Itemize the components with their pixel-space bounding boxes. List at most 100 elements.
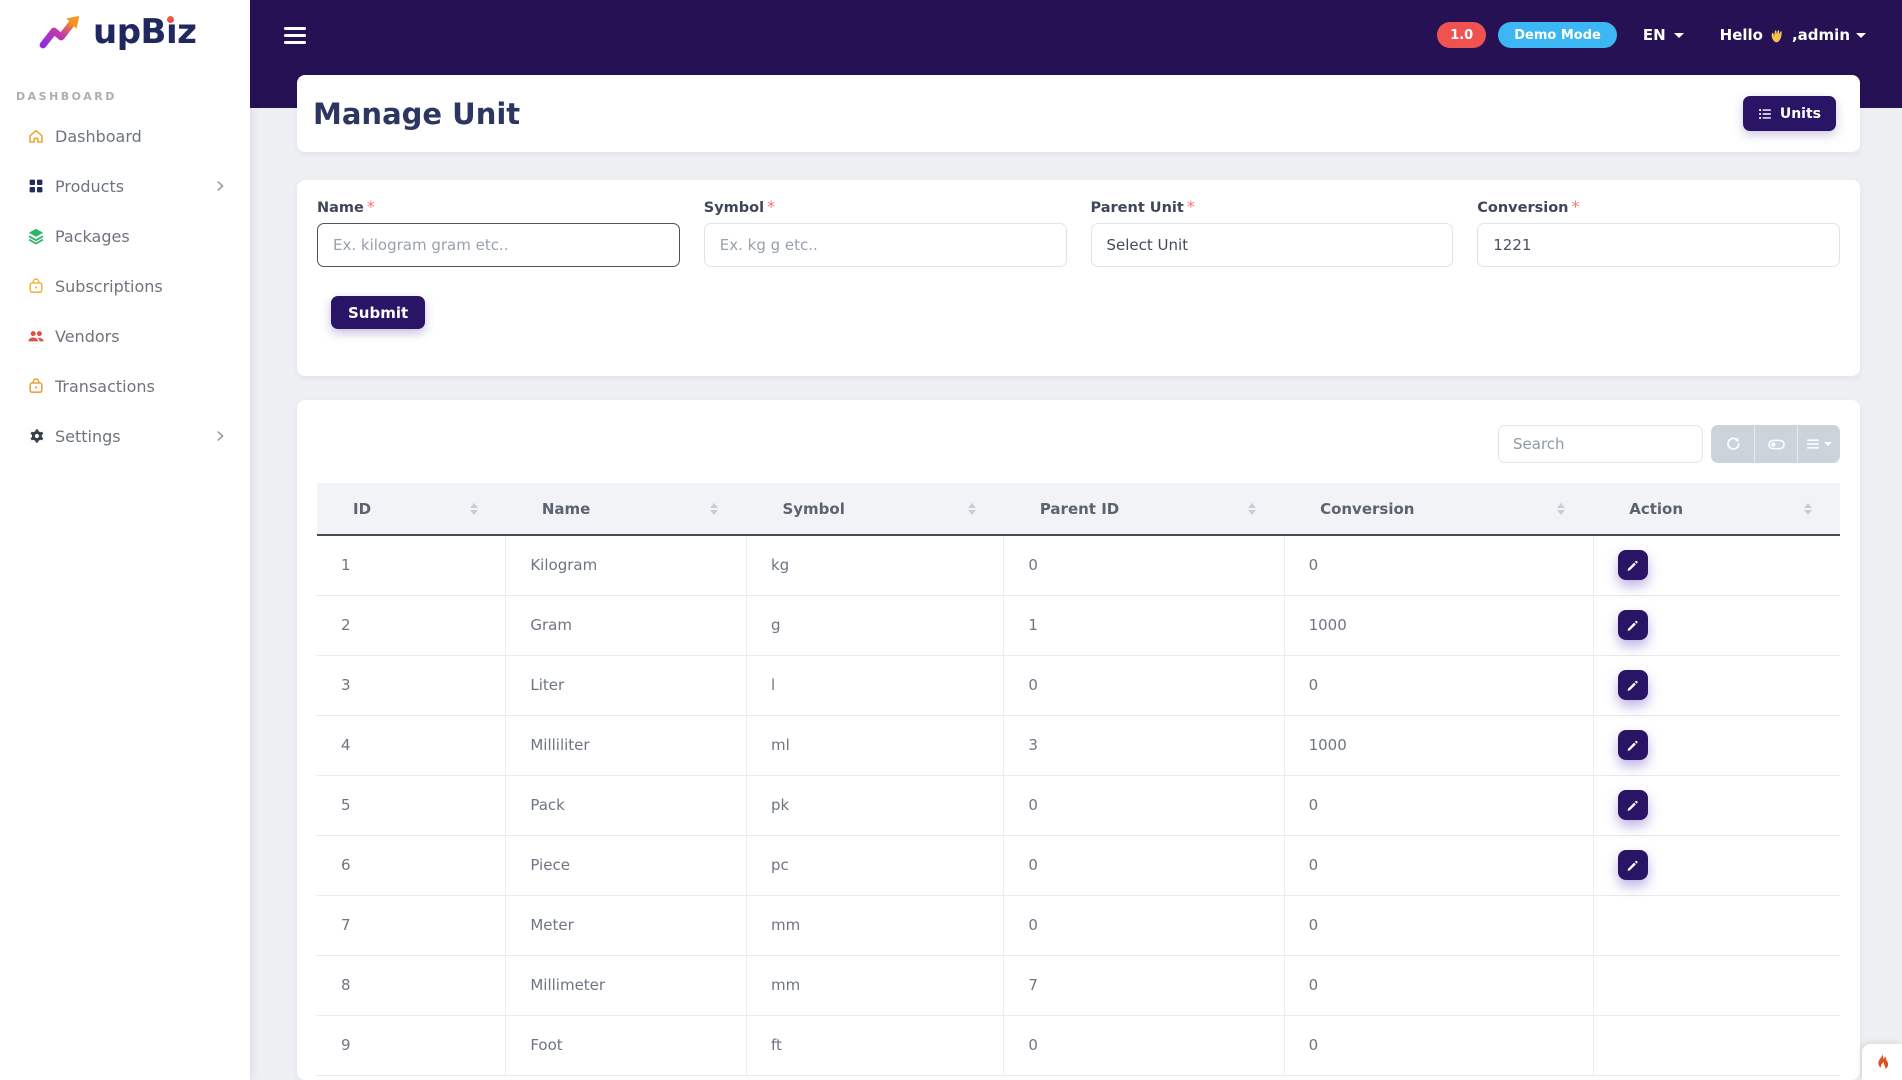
cell-id: 4 bbox=[317, 715, 506, 775]
page-title: Manage Unit bbox=[313, 97, 520, 131]
table-row: 4Milliliterml31000 bbox=[317, 715, 1840, 775]
required-asterisk: * bbox=[1187, 197, 1195, 216]
version-badge: 1.0 bbox=[1437, 22, 1486, 48]
cell-conversion: 0 bbox=[1284, 955, 1593, 1015]
cell-parent-id: 0 bbox=[1004, 895, 1284, 955]
field-symbol: Symbol* bbox=[704, 197, 1067, 267]
edit-button[interactable] bbox=[1618, 850, 1648, 880]
column-header-name[interactable]: Name bbox=[506, 483, 747, 535]
toggle-view-button[interactable] bbox=[1754, 425, 1797, 463]
parent-unit-select[interactable]: Select Unit bbox=[1091, 223, 1454, 267]
cell-conversion: 0 bbox=[1284, 835, 1593, 895]
edit-button[interactable] bbox=[1618, 670, 1648, 700]
refresh-button[interactable] bbox=[1711, 425, 1754, 463]
page-header-card: Manage Unit Units bbox=[297, 75, 1860, 152]
table-row: 9Footft00 bbox=[317, 1015, 1840, 1075]
cell-parent-id: 3 bbox=[1004, 715, 1284, 775]
sidebar-item-settings[interactable]: Settings bbox=[0, 411, 250, 461]
cell-symbol: l bbox=[746, 655, 1003, 715]
table-row: 5Packpk00 bbox=[317, 775, 1840, 835]
cell-symbol: g bbox=[746, 595, 1003, 655]
table-row: 1Kilogramkg00 bbox=[317, 535, 1840, 595]
cell-parent-id: 0 bbox=[1004, 835, 1284, 895]
cell-parent-id: 0 bbox=[1004, 775, 1284, 835]
cell-id: 1 bbox=[317, 535, 506, 595]
sidebar-item-transactions[interactable]: Transactions bbox=[0, 361, 250, 411]
toggle-icon bbox=[1768, 436, 1785, 453]
cell-name: Milliliter bbox=[506, 715, 747, 775]
brand-wordmark: upBız bbox=[93, 15, 196, 49]
column-header-conversion[interactable]: Conversion bbox=[1284, 483, 1593, 535]
cell-name: Foot bbox=[506, 1015, 747, 1075]
cell-id: 5 bbox=[317, 775, 506, 835]
debug-toolbar-button[interactable] bbox=[1862, 1044, 1902, 1080]
cell-name: Millimeter bbox=[506, 955, 747, 1015]
column-header-id[interactable]: ID bbox=[317, 483, 506, 535]
cell-parent-id: 1 bbox=[1004, 595, 1284, 655]
cell-id: 9 bbox=[317, 1015, 506, 1075]
cell-id: 8 bbox=[317, 955, 506, 1015]
name-input[interactable] bbox=[317, 223, 680, 267]
brand-logo[interactable]: upBız bbox=[0, 0, 250, 50]
hamburger-icon[interactable] bbox=[280, 23, 310, 48]
field-name: Name* bbox=[317, 197, 680, 267]
cell-name: Kilogram bbox=[506, 535, 747, 595]
cell-symbol: kg bbox=[746, 535, 1003, 595]
cell-name: Meter bbox=[506, 895, 747, 955]
topbar: 1.0 Demo Mode EN Hello ,admin bbox=[250, 0, 1902, 70]
cell-name: Liter bbox=[506, 655, 747, 715]
edit-button[interactable] bbox=[1618, 550, 1648, 580]
column-header-action[interactable]: Action bbox=[1593, 483, 1840, 535]
grid-icon bbox=[27, 177, 45, 195]
edit-button[interactable] bbox=[1618, 730, 1648, 760]
column-header-parent-id[interactable]: Parent ID bbox=[1004, 483, 1284, 535]
units-button[interactable]: Units bbox=[1743, 96, 1836, 131]
language-dropdown[interactable]: EN bbox=[1643, 26, 1684, 44]
cell-id: 6 bbox=[317, 835, 506, 895]
cell-parent-id: 0 bbox=[1004, 1015, 1284, 1075]
cell-action bbox=[1593, 535, 1840, 595]
cell-conversion: 0 bbox=[1284, 775, 1593, 835]
table-row: 8Millimetermm70 bbox=[317, 955, 1840, 1015]
sidebar-menu: Dashboard Products Packages Subscription… bbox=[0, 111, 250, 461]
shopping-bag-icon bbox=[27, 377, 45, 395]
cell-action bbox=[1593, 775, 1840, 835]
refresh-icon bbox=[1725, 436, 1741, 452]
table-header-row: ID Name Symbol Parent ID Conversion Acti… bbox=[317, 483, 1840, 535]
sort-icon bbox=[1804, 503, 1812, 515]
edit-button[interactable] bbox=[1618, 790, 1648, 820]
search-input[interactable] bbox=[1498, 425, 1703, 463]
cell-symbol: mm bbox=[746, 895, 1003, 955]
cell-id: 3 bbox=[317, 655, 506, 715]
sidebar-item-subscriptions[interactable]: Subscriptions bbox=[0, 261, 250, 311]
submit-button[interactable]: Submit bbox=[331, 296, 425, 329]
cell-action bbox=[1593, 1015, 1840, 1075]
main-area: 1.0 Demo Mode EN Hello ,admin Manage Uni… bbox=[250, 0, 1902, 1080]
edit-button[interactable] bbox=[1618, 610, 1648, 640]
chevron-right-icon bbox=[212, 178, 228, 194]
brand-i-dot bbox=[167, 16, 174, 23]
sidebar-item-vendors[interactable]: Vendors bbox=[0, 311, 250, 361]
table-toolbar bbox=[317, 425, 1840, 463]
symbol-input[interactable] bbox=[704, 223, 1067, 267]
required-asterisk: * bbox=[367, 197, 375, 216]
column-header-symbol[interactable]: Symbol bbox=[746, 483, 1003, 535]
cell-parent-id: 7 bbox=[1004, 955, 1284, 1015]
sort-icon bbox=[710, 503, 718, 515]
caret-down-icon bbox=[1824, 442, 1832, 446]
demo-mode-badge: Demo Mode bbox=[1498, 22, 1617, 48]
conversion-input[interactable] bbox=[1477, 223, 1840, 267]
trending-up-arrow-icon bbox=[38, 14, 86, 50]
table-row: 3Literl00 bbox=[317, 655, 1840, 715]
user-dropdown[interactable]: Hello ,admin bbox=[1720, 26, 1866, 44]
cell-symbol: pc bbox=[746, 835, 1003, 895]
units-table-body: 1Kilogramkg002Gramg110003Literl004Millil… bbox=[317, 535, 1840, 1075]
required-asterisk: * bbox=[1572, 197, 1580, 216]
cell-action bbox=[1593, 955, 1840, 1015]
sidebar-item-dashboard[interactable]: Dashboard bbox=[0, 111, 250, 161]
layers-icon bbox=[27, 227, 45, 245]
columns-dropdown-button[interactable] bbox=[1797, 425, 1840, 463]
units-table: ID Name Symbol Parent ID Conversion Acti… bbox=[317, 483, 1840, 1076]
sidebar-item-packages[interactable]: Packages bbox=[0, 211, 250, 261]
sidebar-item-products[interactable]: Products bbox=[0, 161, 250, 211]
